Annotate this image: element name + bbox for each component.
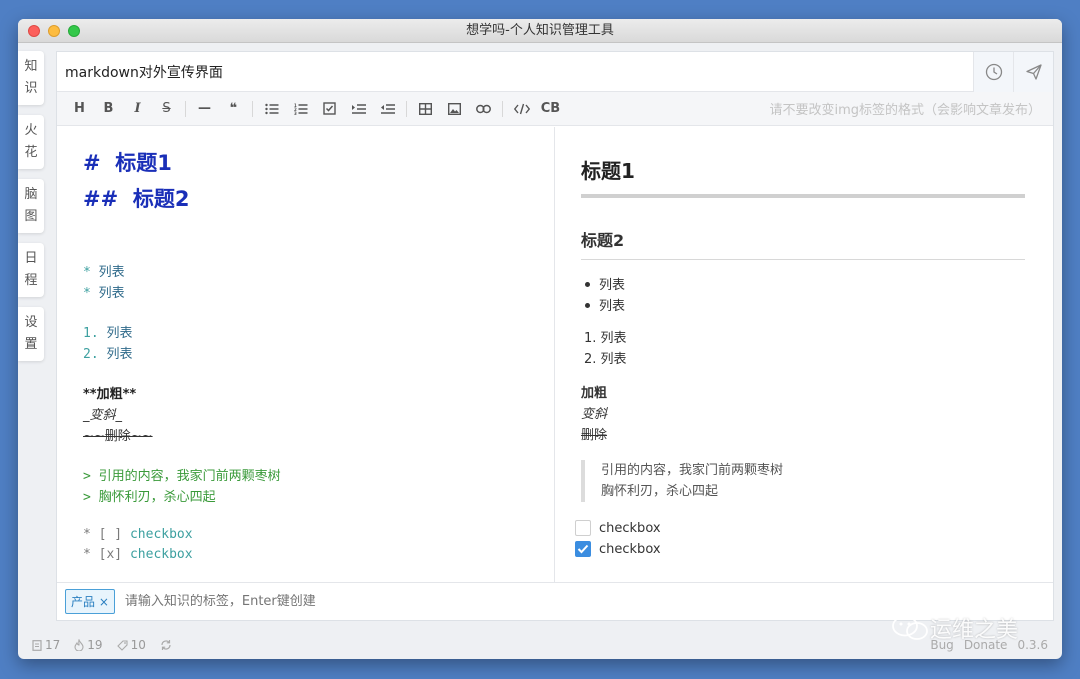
preview-h1: 标题1 [581, 155, 1025, 198]
ordered-list-button[interactable]: 123 [286, 96, 315, 122]
document-icon [32, 639, 42, 651]
indent-icon [351, 103, 366, 114]
editor-h2: ## 标题2 [83, 187, 190, 211]
editor-panel: H B I S — ❝ 123 [56, 51, 1054, 621]
flame-icon [74, 639, 84, 651]
toolbar-hint: 请不要改变img标签的格式（会影响文章发布） [769, 103, 1041, 118]
task-list-button[interactable] [315, 96, 344, 122]
clock-icon [985, 63, 1002, 81]
tag-chip[interactable]: 产品 × [65, 589, 115, 614]
toolbar-divider [502, 100, 503, 117]
sync-icon [161, 640, 171, 650]
watermark: 运维之美 [890, 612, 1018, 644]
preview-ul-item: 列表 [581, 295, 625, 314]
heading-button[interactable]: H [65, 96, 94, 122]
sidebar: 知 识 火 花 脑 图 日 程 设 置 [18, 51, 44, 371]
close-window-button[interactable] [28, 25, 40, 37]
sidebar-tab-spark[interactable]: 火 花 [18, 115, 44, 169]
toolbar-divider [185, 100, 186, 117]
editor-h1: # 标题1 [83, 151, 172, 175]
list-ol-icon: 123 [294, 103, 307, 115]
editor-bold: **加粗** [83, 387, 137, 402]
wechat-icon [892, 615, 928, 640]
list-ul-icon [264, 103, 278, 114]
outdent-icon [380, 103, 395, 114]
titlebar: 想学吗-个人知识管理工具 [18, 19, 1062, 43]
history-button[interactable] [973, 52, 1013, 92]
indent-button[interactable] [344, 96, 373, 122]
preview-italic: 变斜 [581, 407, 608, 422]
outdent-button[interactable] [373, 96, 402, 122]
quote-button[interactable]: ❝ [219, 96, 248, 122]
preview-ol-item: 2. 列表 [584, 352, 627, 367]
editor-quote-line: > 胸怀利刃，杀心四起 [83, 490, 216, 505]
code-icon [513, 103, 530, 114]
tag-input[interactable] [124, 594, 525, 609]
markdown-editor[interactable]: # 标题1 ## 标题2 * 列表 * 列表 1. 列表 2. 列表 **加粗*… [57, 127, 555, 582]
preview-task-item: checkbox [575, 520, 661, 536]
editor-ol-item: 1. 列表 [83, 326, 133, 341]
editor-strike: ~~删除~~ [83, 429, 153, 444]
title-bar [57, 52, 1053, 92]
code-button[interactable] [507, 96, 536, 122]
preview-bold: 加粗 [581, 386, 608, 401]
link-icon [476, 104, 491, 113]
task-checkbox-checked[interactable] [575, 541, 591, 557]
preview-task-item: checkbox [575, 541, 661, 557]
toolbar-divider [252, 100, 253, 117]
checkbox-icon [323, 102, 336, 115]
send-icon [1025, 64, 1042, 80]
app-window: 想学吗-个人知识管理工具 知 识 火 花 脑 图 日 程 设 置 markdow… [18, 19, 1062, 659]
editor-task-item: * [x] checkbox [83, 547, 193, 562]
window-title: 想学吗-个人知识管理工具 [466, 23, 614, 38]
hr-button[interactable]: — [190, 96, 219, 122]
sidebar-tab-mindmap[interactable]: 脑 图 [18, 179, 44, 233]
svg-text:3: 3 [294, 111, 297, 115]
publish-button[interactable] [1013, 52, 1053, 92]
preview-ul-item: 列表 [581, 274, 625, 293]
editor-panes: # 标题1 ## 标题2 * 列表 * 列表 1. 列表 2. 列表 **加粗*… [57, 127, 1053, 582]
preview-strike: 删除 [581, 428, 608, 443]
link-button[interactable] [469, 96, 498, 122]
table-button[interactable] [411, 96, 440, 122]
table-icon [419, 102, 432, 115]
tag-icon [116, 639, 128, 651]
image-button[interactable] [440, 96, 469, 122]
sidebar-tab-knowledge[interactable]: 知 识 [18, 51, 44, 105]
minimize-window-button[interactable] [48, 25, 60, 37]
task-checkbox-unchecked[interactable] [575, 520, 591, 536]
editor-italic: _变斜_ [83, 408, 123, 423]
sidebar-tab-schedule[interactable]: 日 程 [18, 243, 44, 297]
format-toolbar: H B I S — ❝ 123 CB 请不要改变img标签的格式（会影响文章发布… [57, 92, 1053, 126]
check-icon [577, 544, 589, 554]
editor-quote-line: > 引用的内容，我家门前两颗枣树 [83, 469, 281, 484]
version-label: 0.3.6 [1017, 638, 1048, 652]
sync-button[interactable] [160, 639, 175, 651]
editor-task-item: * [ ] checkbox [83, 527, 193, 542]
zoom-window-button[interactable] [68, 25, 80, 37]
doc-count: 17 [32, 638, 60, 652]
toolbar-divider [406, 100, 407, 117]
strikethrough-button[interactable]: S [152, 96, 181, 122]
preview-ol-item: 1. 列表 [584, 331, 627, 346]
editor-ol-item: 2. 列表 [83, 347, 133, 362]
editor-ul-item: * 列表 [83, 265, 125, 280]
editor-ul-item: * 列表 [83, 286, 125, 301]
bold-button[interactable]: B [94, 96, 123, 122]
preview-blockquote: 引用的内容，我家门前两颗枣树 胸怀利刃，杀心四起 [581, 460, 783, 502]
unordered-list-button[interactable] [257, 96, 286, 122]
sidebar-tab-settings[interactable]: 设 置 [18, 307, 44, 361]
image-icon [448, 102, 461, 115]
code-block-button[interactable]: CB [536, 96, 565, 122]
tag-count: 10 [116, 638, 146, 652]
markdown-preview: 标题1 标题2 列表 列表 1. 列表 2. 列表 加粗 变斜 删除 引用的内容… [555, 127, 1053, 582]
spark-count: 19 [74, 638, 103, 652]
italic-button[interactable]: I [123, 96, 152, 122]
preview-h2: 标题2 [581, 227, 1025, 260]
doc-title-input[interactable] [57, 52, 973, 91]
